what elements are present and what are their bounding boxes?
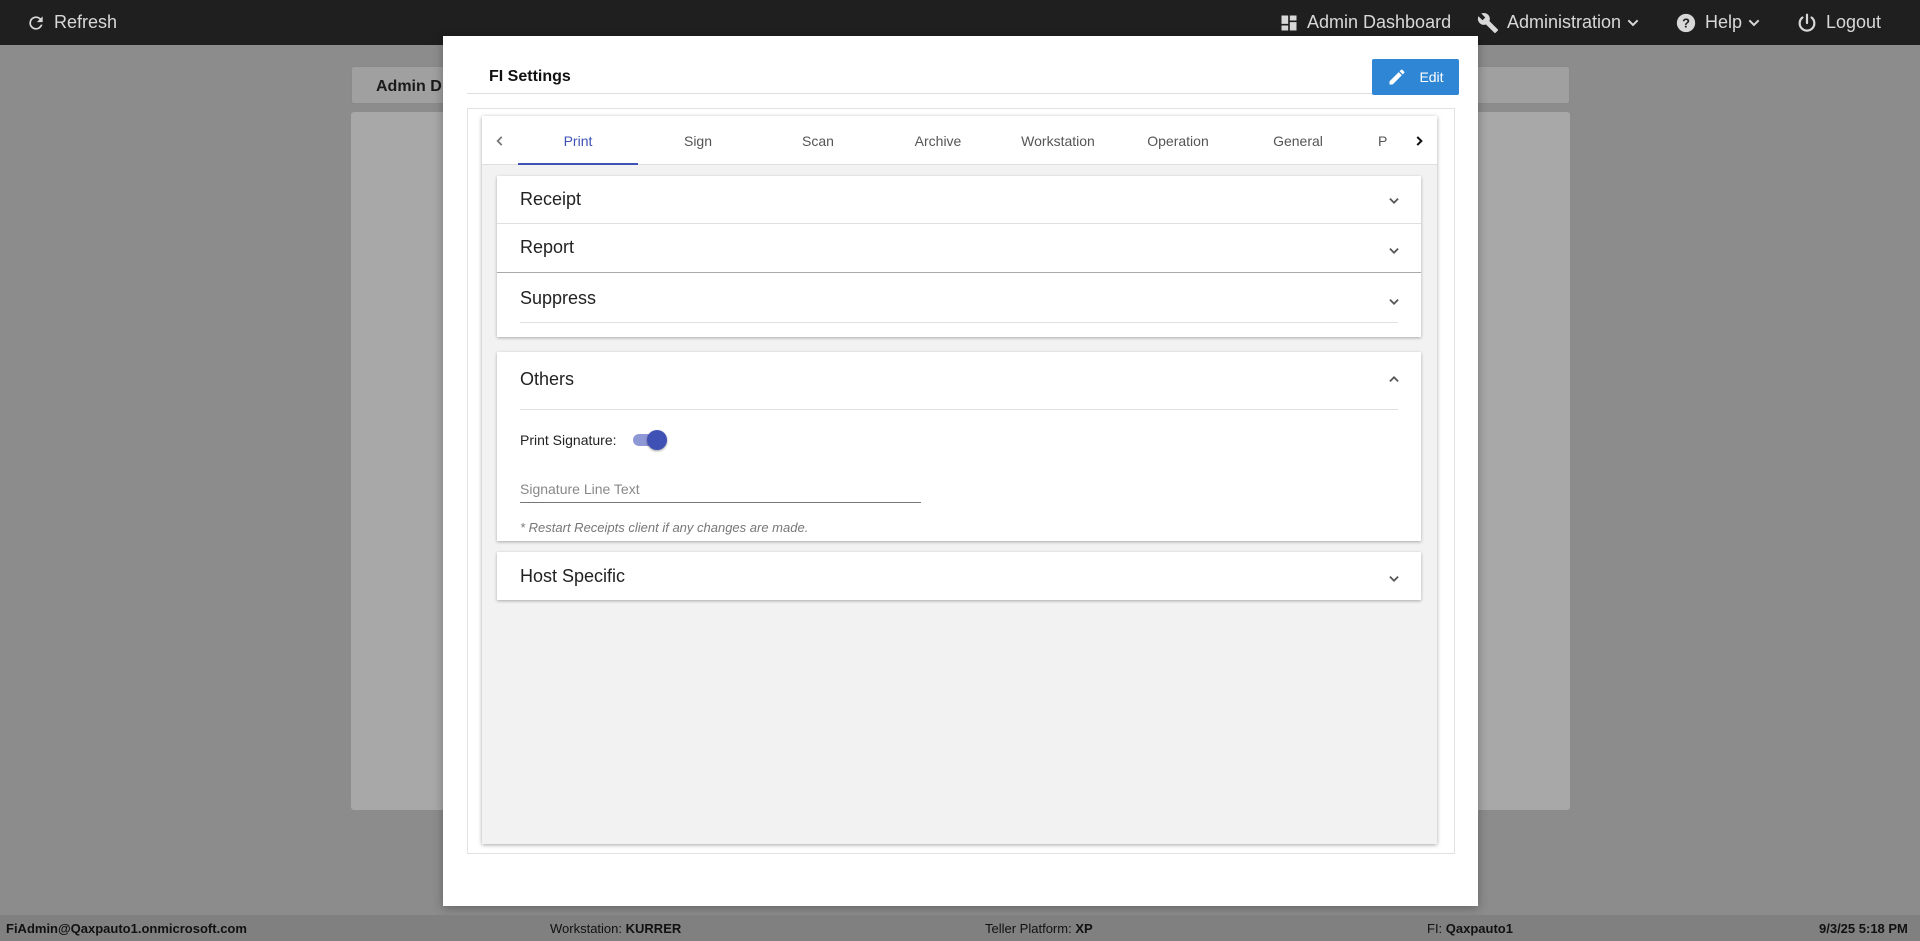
tab-operation[interactable]: Operation [1118,116,1238,165]
help-icon: ? [1676,13,1696,32]
tab-workstation-label: Workstation [1021,132,1095,149]
others-divider [520,409,1398,410]
settings-tabs: Print Sign Scan Archive Workstation Oper… [482,116,1437,165]
status-fi-label: FI: [1427,921,1443,936]
tab-archive-label: Archive [914,132,962,149]
tab-workstation[interactable]: Workstation [998,116,1118,165]
status-platform-value: XP [1075,921,1093,936]
status-fi-value: Qaxpauto1 [1445,921,1513,936]
status-datetime: 9/3/25 5:18 PM [1819,921,1908,936]
print-signature-toggle[interactable] [631,429,669,451]
status-user-value: FiAdmin@Qaxpauto1.onmicrosoft.com [6,921,247,936]
tab-print[interactable]: Print [518,116,638,165]
chevron-down-icon [1389,198,1399,204]
tabs-scroll-left[interactable] [482,116,518,165]
edit-button[interactable]: Edit [1372,59,1459,95]
administration-label: Administration [1507,12,1622,32]
status-datetime-value: 9/3/25 5:18 PM [1819,921,1908,936]
dialog-header: FI Settings [467,58,1454,94]
tab-general[interactable]: General [1238,116,1358,165]
chevron-right-icon [1416,135,1423,146]
wrench-icon [1477,12,1499,33]
status-workstation: Workstation: KURRER [550,921,681,936]
status-platform-label: Teller Platform: [985,921,1072,936]
print-panels-group: Receipt Report Suppress [497,176,1421,337]
fi-settings-dialog: FI Settings Edit Print Sign Scan Archive… [443,36,1478,906]
tab-sign-label: Sign [683,132,713,149]
help-menu[interactable]: ? Help [1675,0,1762,45]
tab-archive[interactable]: Archive [878,116,998,165]
print-signature-label: Print Signature: [520,432,617,448]
background-tab-label: Admin D [376,78,442,95]
administration-menu[interactable]: Administration [1477,0,1641,45]
tabs-scroll-right[interactable] [1401,116,1437,165]
chevron-left-icon [496,135,503,146]
chevron-down-icon [1389,576,1399,582]
restart-note: * Restart Receipts client if any changes… [520,520,809,535]
chevron-down-icon [1627,19,1639,26]
tab-operation-label: Operation [1147,132,1209,149]
status-user: FiAdmin@Qaxpauto1.onmicrosoft.com [6,921,247,936]
report-panel-header[interactable]: Report [497,224,1421,272]
tab-partial-label: P [1378,132,1388,149]
tab-partial[interactable]: P [1358,116,1398,165]
chevron-down-icon [1389,248,1399,254]
dialog-title: FI Settings [489,68,571,85]
refresh-button[interactable]: Refresh [26,0,117,45]
receipt-title: Receipt [520,189,582,209]
status-workstation-label: Workstation: [550,921,623,936]
others-panel: Others Print Signature: * Restart Receip… [497,352,1421,541]
receipt-panel-header[interactable]: Receipt [497,176,1421,224]
status-workstation-value: KURRER [625,921,682,936]
suppress-divider [520,322,1398,323]
host-specific-panel: Host Specific [497,552,1421,600]
svg-text:?: ? [1682,15,1690,30]
status-fi: FI: Qaxpauto1 [1427,921,1513,936]
others-panel-header[interactable]: Others [497,352,1421,408]
chevron-down-icon [1748,19,1760,26]
refresh-icon [29,15,43,30]
tab-scan[interactable]: Scan [758,116,878,165]
tab-print-label: Print [563,132,593,149]
logout-label: Logout [1826,12,1882,32]
pencil-icon [1389,69,1405,85]
settings-card: Print Sign Scan Archive Workstation Oper… [482,116,1437,844]
report-title: Report [520,237,575,257]
host-specific-title: Host Specific [520,566,626,586]
dashboard-icon [1281,15,1297,30]
tab-sign[interactable]: Sign [638,116,758,165]
chevron-down-icon [1389,299,1399,305]
host-specific-panel-header[interactable]: Host Specific [497,552,1421,600]
suppress-panel-header[interactable]: Suppress [497,273,1421,321]
logout-button[interactable]: Logout [1796,0,1881,45]
chevron-up-icon [1389,376,1399,382]
toggle-knob [647,430,667,450]
others-title: Others [520,369,575,389]
tab-general-label: General [1273,132,1323,149]
suppress-title: Suppress [520,288,597,308]
refresh-label: Refresh [54,12,118,32]
power-icon [1798,13,1816,32]
edit-label: Edit [1419,69,1444,85]
status-bar: FiAdmin@Qaxpauto1.onmicrosoft.com Workst… [0,915,1920,941]
status-platform: Teller Platform: XP [985,921,1093,936]
help-label: Help [1705,12,1743,32]
tab-scan-label: Scan [802,132,834,149]
signature-line-text-input[interactable] [520,480,921,503]
admin-dashboard-label: Admin Dashboard [1307,12,1452,32]
